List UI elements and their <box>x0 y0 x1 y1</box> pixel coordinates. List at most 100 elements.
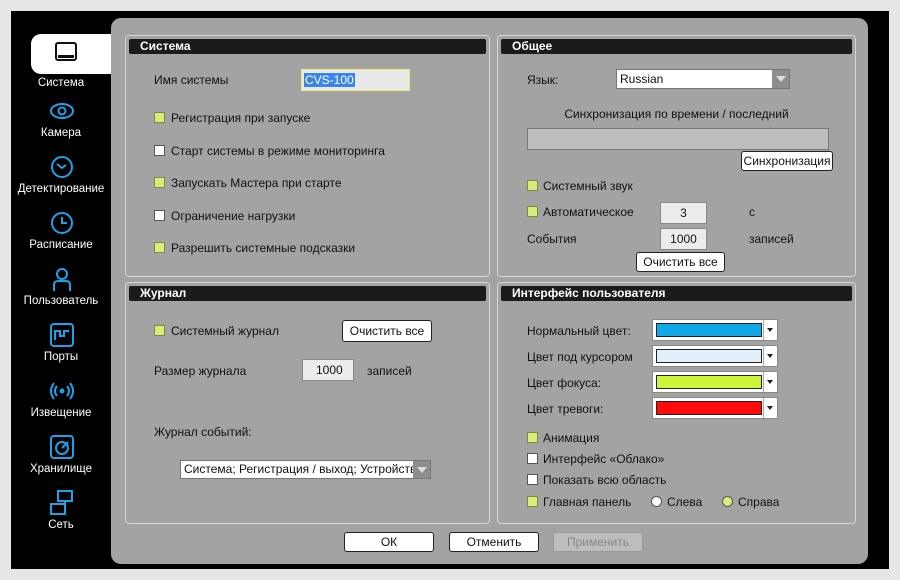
checkbox-system-sound[interactable] <box>527 180 538 191</box>
alarm-color-picker[interactable] <box>652 397 778 419</box>
user-interface-panel: Интерфейс пользователя Нормальный цвет: … <box>497 282 856 524</box>
sidebar-item-ports[interactable]: Порты <box>11 322 111 378</box>
eye-icon <box>50 103 74 119</box>
sidebar-item-notification[interactable]: Извещение <box>11 378 111 434</box>
radio-right[interactable] <box>722 496 733 507</box>
hover-color-label: Цвет под курсором <box>527 350 633 364</box>
sidebar-item-user[interactable]: Пользователь <box>11 266 111 322</box>
language-label: Язык: <box>527 73 559 87</box>
journal-size-unit: записей <box>367 364 412 378</box>
network-icon <box>50 490 73 515</box>
checkbox-monitor-mode[interactable] <box>154 145 165 156</box>
normal-color-picker[interactable] <box>652 319 778 341</box>
radio-right-label: Справа <box>738 495 780 509</box>
clear-events-button[interactable]: Очистить все <box>636 252 725 272</box>
storage-icon <box>50 435 74 459</box>
sidebar-item-label: Порты <box>43 351 79 363</box>
radio-left[interactable] <box>651 496 662 507</box>
sync-label: Синхронизация по времени / последний <box>564 107 789 121</box>
chevron-down-icon[interactable] <box>763 372 777 392</box>
apply-button[interactable]: Применить <box>553 532 643 552</box>
chevron-down-icon[interactable] <box>763 320 777 340</box>
color-swatch <box>656 349 762 363</box>
ports-icon <box>50 323 74 347</box>
auto-seconds-input[interactable]: 3 <box>660 202 707 224</box>
language-select[interactable]: Russian <box>616 69 790 89</box>
panel-title: Система <box>129 39 486 54</box>
checkbox-cloud-interface[interactable] <box>527 453 538 464</box>
clock-icon <box>51 212 73 234</box>
checkbox-load-limit[interactable] <box>154 210 165 221</box>
cancel-button[interactable]: Отменить <box>449 532 539 552</box>
checkbox-label: Интерфейс «Облако» <box>543 452 665 466</box>
monitor-icon <box>55 42 77 61</box>
checkbox-label: Ограничение нагрузки <box>171 209 296 223</box>
general-panel: Общее Язык: Russian Синхронизация по вре… <box>497 35 856 277</box>
sidebar-item-label: Камера <box>40 127 82 139</box>
sidebar-item-label: Расписание <box>29 239 93 251</box>
sidebar-item-label: Система <box>37 77 85 89</box>
checkbox-label: Запускать Мастера при старте <box>171 176 342 190</box>
focus-color-label: Цвет фокуса: <box>527 376 602 390</box>
user-icon <box>53 268 71 291</box>
event-journal-select[interactable]: Система; Регистрация / выход; Устройств.… <box>180 460 431 479</box>
alarm-color-label: Цвет тревоги: <box>527 402 604 416</box>
sidebar-item-label: Хранилище <box>29 463 93 475</box>
clear-journal-button[interactable]: Очистить все <box>342 320 432 342</box>
radio-left-label: Слева <box>667 495 703 509</box>
checkbox-animation[interactable] <box>527 432 538 443</box>
sidebar-item-storage[interactable]: Хранилище <box>11 434 111 490</box>
checkbox-label: Разрешить системные подсказки <box>171 241 356 255</box>
sidebar-item-schedule[interactable]: Расписание <box>11 210 111 266</box>
sync-button[interactable]: Синхронизация <box>741 151 833 171</box>
checkbox-label: Анимация <box>543 431 600 445</box>
checkbox-show-full-area[interactable] <box>527 474 538 485</box>
sidebar-item-system[interactable]: Система <box>11 34 111 92</box>
events-unit: записей <box>749 232 794 246</box>
journal-size-input[interactable]: 1000 <box>302 359 354 381</box>
sidebar-item-network[interactable]: Сеть <box>11 490 111 546</box>
checkbox-wizard-on-start[interactable] <box>154 177 165 188</box>
chevron-down-icon[interactable] <box>763 398 777 418</box>
color-swatch <box>656 401 762 415</box>
sidebar-item-camera[interactable]: Камера <box>11 98 111 154</box>
checkbox-label: Регистрация при запуске <box>171 111 311 125</box>
system-name-input[interactable]: CVS-100 <box>301 69 410 91</box>
focus-color-picker[interactable] <box>652 371 778 393</box>
system-name-value: CVS-100 <box>304 73 355 87</box>
detection-icon <box>51 156 73 178</box>
ok-button[interactable]: ОК <box>344 532 434 552</box>
panel-title: Журнал <box>129 286 486 301</box>
chevron-down-icon[interactable] <box>763 346 777 366</box>
events-label: События <box>527 232 577 246</box>
color-swatch <box>656 375 762 389</box>
checkbox-register-on-start[interactable] <box>154 112 165 123</box>
panel-title: Интерфейс пользователя <box>501 286 852 301</box>
checkbox-system-journal[interactable] <box>154 325 165 336</box>
checkbox-main-panel[interactable] <box>527 496 538 507</box>
event-journal-value: Система; Регистрация / выход; Устройств.… <box>184 462 427 476</box>
checkbox-system-hints[interactable] <box>154 242 165 253</box>
checkbox-label: Старт системы в режиме мониторинга <box>171 144 385 158</box>
sidebar-item-label: Пользователь <box>23 295 99 307</box>
chevron-down-icon[interactable] <box>772 70 789 88</box>
sidebar-item-label: Сеть <box>48 519 74 531</box>
sidebar-item-label: Детектирование <box>17 183 105 195</box>
checkbox-auto[interactable] <box>527 206 538 217</box>
events-count-input[interactable]: 1000 <box>660 228 707 250</box>
sidebar-item-detection[interactable]: Детектирование <box>11 154 111 210</box>
sync-time-field <box>527 128 829 150</box>
event-journal-label: Журнал событий: <box>154 425 252 439</box>
color-swatch <box>656 323 762 337</box>
seconds-unit: с <box>749 205 755 219</box>
checkbox-label: Системный звук <box>543 179 633 193</box>
broadcast-icon <box>50 382 74 400</box>
checkbox-label: Главная панель <box>543 495 632 509</box>
journal-panel: Журнал Системный журнал Очистить все Раз… <box>125 282 490 524</box>
chevron-down-icon[interactable] <box>413 461 430 478</box>
hover-color-picker[interactable] <box>652 345 778 367</box>
checkbox-label: Автоматическое <box>543 205 634 219</box>
system-name-label: Имя системы <box>154 73 229 87</box>
normal-color-label: Нормальный цвет: <box>527 324 631 338</box>
checkbox-label: Показать всю область <box>543 473 667 487</box>
